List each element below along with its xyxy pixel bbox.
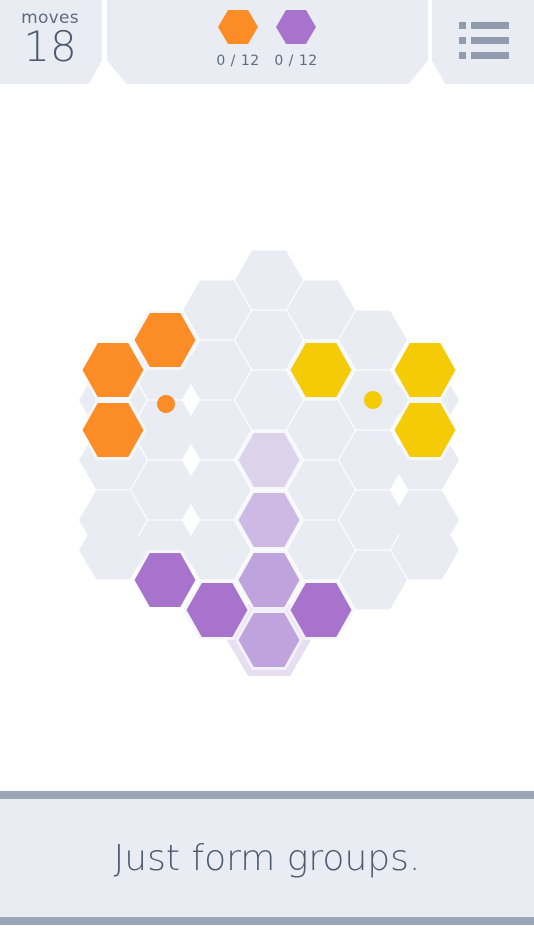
hint-message: Just form groups. <box>113 838 421 879</box>
footer-divider <box>0 791 534 799</box>
orange-group-dot <box>157 395 175 413</box>
footer-divider-bottom <box>0 917 534 925</box>
yellow-group-dot <box>364 391 382 409</box>
